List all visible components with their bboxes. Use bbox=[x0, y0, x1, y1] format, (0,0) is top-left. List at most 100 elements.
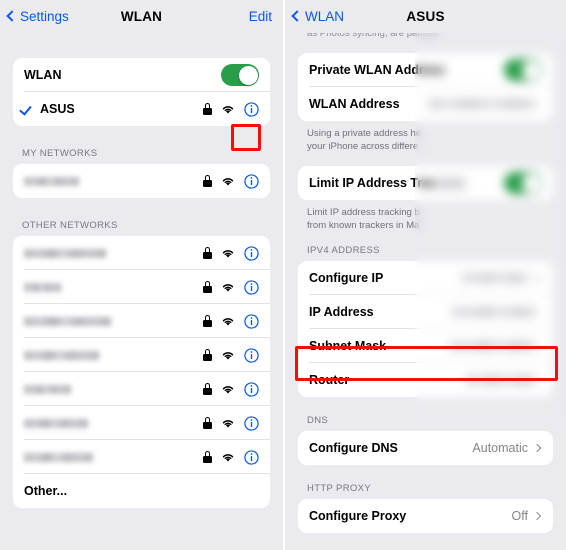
left-content-scroll[interactable]: WLAN ASUS MY NETWORKS OTHER NETWORKS Oth… bbox=[0, 58, 283, 550]
private-address-footnote: Using a private address he your iPhone a… bbox=[285, 121, 566, 153]
router-row: Router bbox=[298, 363, 553, 397]
network-row-icons bbox=[203, 381, 259, 397]
wifi-icon bbox=[222, 351, 234, 360]
list-item[interactable] bbox=[13, 440, 270, 474]
info-icon[interactable] bbox=[244, 279, 259, 295]
right-navigation-bar: WLAN ASUS bbox=[285, 0, 566, 33]
info-icon[interactable] bbox=[244, 173, 259, 189]
redacted-network-name bbox=[24, 384, 71, 394]
wlan-address-row: WLAN Address bbox=[298, 87, 553, 121]
wlan-toggle-row[interactable]: WLAN bbox=[13, 58, 270, 92]
http-proxy-section: HTTP PROXY Configure Proxy Off bbox=[285, 483, 566, 533]
other-networks-header: OTHER NETWORKS bbox=[22, 220, 118, 231]
chevron-right-icon bbox=[532, 443, 542, 453]
wifi-icon bbox=[222, 419, 234, 428]
configure-ip-row[interactable]: Configure IP bbox=[298, 261, 553, 295]
other-network-row-other[interactable]: Other... bbox=[13, 474, 270, 508]
limit-ip-tracking-row[interactable]: Limit IP Address Trac bbox=[298, 166, 553, 200]
lock-icon bbox=[203, 315, 212, 327]
info-icon[interactable] bbox=[244, 347, 259, 363]
info-icon[interactable] bbox=[244, 245, 259, 261]
wifi-icon bbox=[222, 317, 234, 326]
my-networks-card bbox=[13, 164, 270, 198]
network-row-icons bbox=[203, 279, 259, 295]
list-item[interactable] bbox=[13, 406, 270, 440]
info-icon[interactable] bbox=[244, 449, 259, 465]
redacted-label-tail bbox=[437, 178, 466, 188]
footnote-line-1: Using a private address he bbox=[307, 128, 422, 139]
dns-card: Configure DNS Automatic bbox=[298, 431, 553, 465]
lock-icon bbox=[203, 417, 212, 429]
network-row-icons bbox=[203, 173, 259, 189]
info-icon[interactable] bbox=[244, 415, 259, 431]
wifi-icon bbox=[222, 385, 234, 394]
wlan-toggle-switch[interactable] bbox=[221, 64, 259, 86]
network-row-icons bbox=[203, 101, 259, 117]
router-label: Router bbox=[309, 373, 350, 387]
chevron-right-icon bbox=[532, 273, 542, 283]
lock-icon bbox=[203, 247, 212, 259]
wlan-group-card: WLAN ASUS bbox=[13, 58, 270, 126]
http-proxy-card: Configure Proxy Off bbox=[298, 499, 553, 533]
network-row-asus[interactable]: ASUS bbox=[13, 92, 270, 126]
list-item[interactable] bbox=[13, 164, 270, 198]
redacted-configure-ip-value bbox=[462, 274, 528, 282]
ip-address-row: IP Address bbox=[298, 295, 553, 329]
subnet-mask-row: Subnet Mask bbox=[298, 329, 553, 363]
wlan-row-label: WLAN bbox=[24, 68, 62, 82]
footnote-line-1: Limit IP address tracking b bbox=[307, 207, 420, 218]
wifi-icon bbox=[222, 283, 234, 292]
list-item[interactable] bbox=[13, 236, 270, 270]
lock-icon bbox=[203, 451, 212, 463]
lock-icon bbox=[203, 383, 212, 395]
chevron-right-icon bbox=[532, 511, 542, 521]
redacted-wlan-address-value bbox=[428, 100, 536, 108]
right-panel-network-detail: WLAN ASUS as Photos syncing, are paused.… bbox=[283, 0, 566, 550]
lock-icon bbox=[203, 349, 212, 361]
redacted-network-name bbox=[24, 248, 106, 258]
edit-button[interactable]: Edit bbox=[249, 0, 272, 33]
toggle-knob bbox=[238, 65, 258, 85]
limit-ip-tracking-label: Limit IP Address Trac bbox=[309, 176, 437, 190]
ipv4-section: IPV4 ADDRESS Configure IP IP Address Sub… bbox=[285, 245, 566, 397]
ip-address-label: IP Address bbox=[309, 305, 374, 319]
dns-header: DNS bbox=[307, 415, 329, 426]
redacted-network-name bbox=[24, 452, 93, 462]
configure-proxy-row[interactable]: Configure Proxy Off bbox=[298, 499, 553, 533]
configure-proxy-value: Off bbox=[511, 509, 528, 523]
info-icon[interactable] bbox=[244, 381, 259, 397]
info-icon[interactable] bbox=[244, 101, 259, 117]
private-wlan-address-label: Private WLAN Address bbox=[309, 63, 445, 77]
list-item[interactable] bbox=[13, 338, 270, 372]
redacted-subnet-mask-value bbox=[450, 342, 536, 350]
configure-dns-value: Automatic bbox=[472, 441, 528, 455]
right-page-title: ASUS bbox=[406, 9, 445, 24]
redacted-router-value bbox=[466, 376, 536, 384]
list-item[interactable] bbox=[13, 304, 270, 338]
private-wlan-address-toggle[interactable] bbox=[504, 59, 542, 81]
dns-section: DNS Configure DNS Automatic bbox=[285, 415, 566, 465]
right-content-scroll[interactable]: as Photos syncing, are paused. Private W… bbox=[285, 28, 566, 545]
list-item[interactable] bbox=[13, 270, 270, 304]
left-panel-wlan-list: Settings WLAN Edit WLAN ASUS MY NETWORKS… bbox=[0, 0, 283, 550]
network-name-asus: ASUS bbox=[40, 102, 75, 116]
checkmark-icon bbox=[21, 104, 32, 115]
private-wlan-address-row[interactable]: Private WLAN Address bbox=[298, 53, 553, 87]
limit-tracking-card: Limit IP Address Trac bbox=[298, 166, 553, 200]
footnote-line-2: from known trackers in Ma bbox=[307, 220, 420, 231]
lock-icon bbox=[203, 175, 212, 187]
network-row-icons bbox=[203, 245, 259, 261]
limit-ip-tracking-toggle[interactable] bbox=[504, 172, 542, 194]
left-navigation-bar: Settings WLAN Edit bbox=[0, 0, 283, 33]
private-address-card: Private WLAN Address WLAN Address bbox=[298, 53, 553, 121]
toggle-knob bbox=[521, 60, 541, 80]
list-item[interactable] bbox=[13, 372, 270, 406]
wlan-settings-screenshot: Settings WLAN Edit WLAN ASUS MY NETWORKS… bbox=[0, 0, 566, 550]
limit-tracking-footnote: Limit IP address tracking b from known t… bbox=[285, 200, 566, 232]
wifi-icon bbox=[222, 249, 234, 258]
info-icon[interactable] bbox=[244, 313, 259, 329]
left-page-title: WLAN bbox=[120, 9, 163, 24]
network-row-icons bbox=[203, 347, 259, 363]
wifi-icon bbox=[222, 177, 234, 186]
configure-dns-row[interactable]: Configure DNS Automatic bbox=[298, 431, 553, 465]
